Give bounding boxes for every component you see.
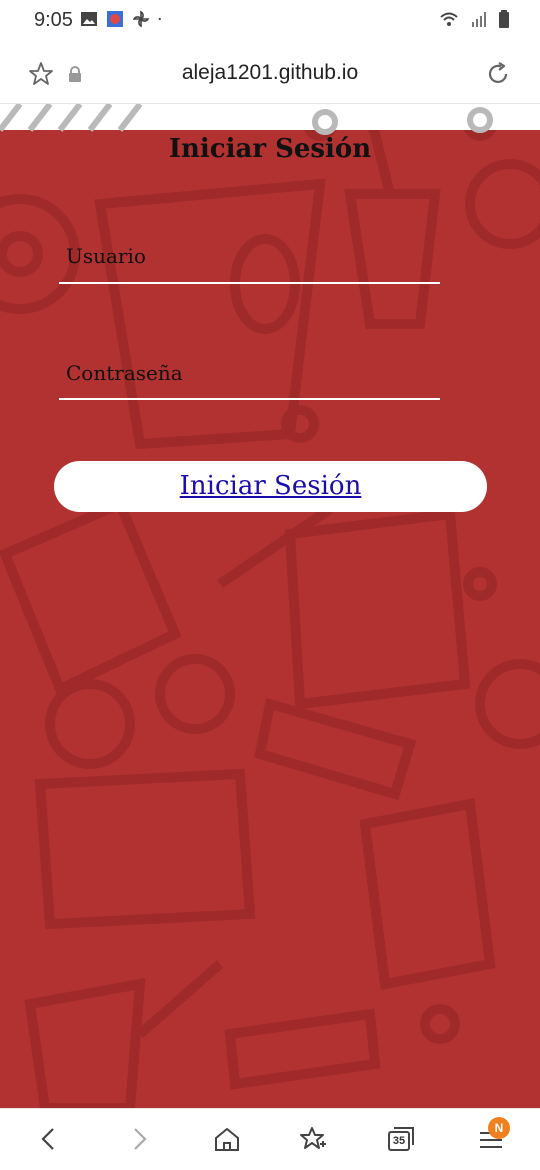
bookmark-add-icon[interactable]	[298, 1124, 328, 1154]
status-right-icons	[438, 10, 510, 28]
pinwheel-icon	[132, 10, 150, 28]
status-left-icons	[80, 10, 166, 28]
browser-url-bar: aleja1201.github.io	[0, 44, 540, 104]
password-input[interactable]	[59, 360, 440, 400]
battery-icon	[499, 10, 509, 28]
url-address[interactable]: aleja1201.github.io	[0, 61, 540, 85]
username-input[interactable]	[59, 244, 440, 284]
login-button[interactable]: Iniciar Sesión	[54, 461, 487, 512]
tabs-icon[interactable]: 35	[386, 1124, 416, 1154]
reload-icon[interactable]	[484, 60, 512, 88]
page-title: Iniciar Sesión	[168, 134, 372, 164]
browser-bottom-nav: 35 N	[0, 1108, 540, 1170]
tabs-count: 35	[392, 1135, 406, 1147]
back-icon[interactable]	[34, 1124, 64, 1154]
login-page: Iniciar Sesión Usuario Contraseña Inicia…	[0, 104, 540, 1108]
dot-icon	[158, 17, 161, 21]
signal-icon	[472, 12, 486, 27]
home-icon[interactable]	[212, 1124, 242, 1154]
status-bar: 9:05	[0, 0, 540, 44]
status-time: 9:05	[34, 9, 73, 31]
app-icon	[107, 11, 123, 27]
login-button-label: Iniciar Sesión	[179, 471, 362, 501]
menu-badge: N	[488, 1117, 510, 1139]
image-icon	[81, 12, 97, 26]
wifi-icon	[440, 12, 458, 26]
password-underline	[59, 398, 440, 400]
forward-icon[interactable]	[124, 1124, 154, 1154]
username-underline	[59, 282, 440, 284]
